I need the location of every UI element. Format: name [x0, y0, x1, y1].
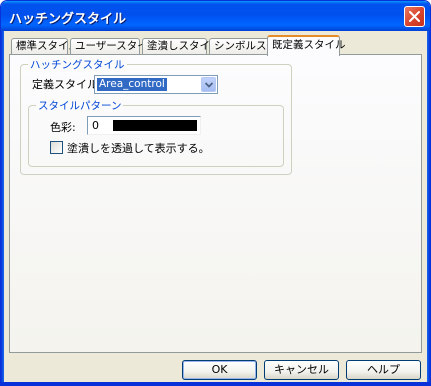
defined-style-label: 定義スタイル:: [32, 78, 102, 91]
tab-fill-style[interactable]: 塗潰しスタイル: [142, 38, 221, 55]
color-picker[interactable]: 0: [87, 116, 201, 135]
window-frame-left: [1, 31, 4, 385]
dialog-window: ハッチングスタイル 標準スタイル ユーザースタイル 塗潰しスタイル シンボルスタ…: [0, 0, 431, 386]
tab-label: 既定義スタイル: [272, 39, 346, 51]
defined-style-select[interactable]: Area_control: [94, 75, 218, 94]
ok-button[interactable]: OK: [182, 360, 257, 380]
tab-predefined-style[interactable]: 既定義スタイル: [267, 35, 346, 56]
color-swatch: [113, 120, 197, 131]
transparent-fill-label: 塗潰しを透過して表示する。: [67, 142, 210, 155]
tab-label: シンボルスタイル: [214, 40, 298, 52]
tab-symbol-style[interactable]: シンボルスタイル: [209, 38, 298, 55]
cancel-button[interactable]: キャンセル: [264, 360, 339, 380]
tab-user-style[interactable]: ユーザースタイル: [70, 38, 159, 55]
style-pattern-group: [28, 105, 284, 167]
window-title: ハッチングスタイル: [9, 12, 127, 27]
tab-strip: 標準スタイル ユーザースタイル 塗潰しスタイル シンボルスタイル 既定義スタイル: [9, 35, 424, 56]
title-bar[interactable]: ハッチングスタイル: [1, 1, 430, 31]
defined-style-value: Area_control: [97, 78, 167, 91]
color-label: 色彩:: [50, 121, 76, 134]
tab-standard-style[interactable]: 標準スタイル: [11, 38, 79, 55]
tab-panel: ハッチングスタイル 定義スタイル: Area_control スタイルパターン …: [9, 54, 422, 353]
window-frame-bottom: [1, 382, 430, 385]
help-button[interactable]: ヘルプ: [346, 360, 421, 380]
hatching-style-legend: ハッチングスタイル: [28, 57, 127, 72]
tab-label: 塗潰しスタイル: [147, 40, 221, 52]
style-pattern-legend: スタイルパターン: [36, 98, 124, 113]
chevron-down-icon: [205, 82, 213, 88]
tab-label: 標準スタイル: [16, 40, 79, 52]
window-frame-right: [427, 31, 430, 385]
close-icon: [409, 11, 420, 22]
color-index: 0: [92, 119, 99, 132]
dropdown-button[interactable]: [201, 77, 216, 92]
tab-label: ユーザースタイル: [75, 40, 159, 52]
close-button[interactable]: [404, 6, 425, 27]
transparent-fill-checkbox[interactable]: [50, 141, 63, 154]
